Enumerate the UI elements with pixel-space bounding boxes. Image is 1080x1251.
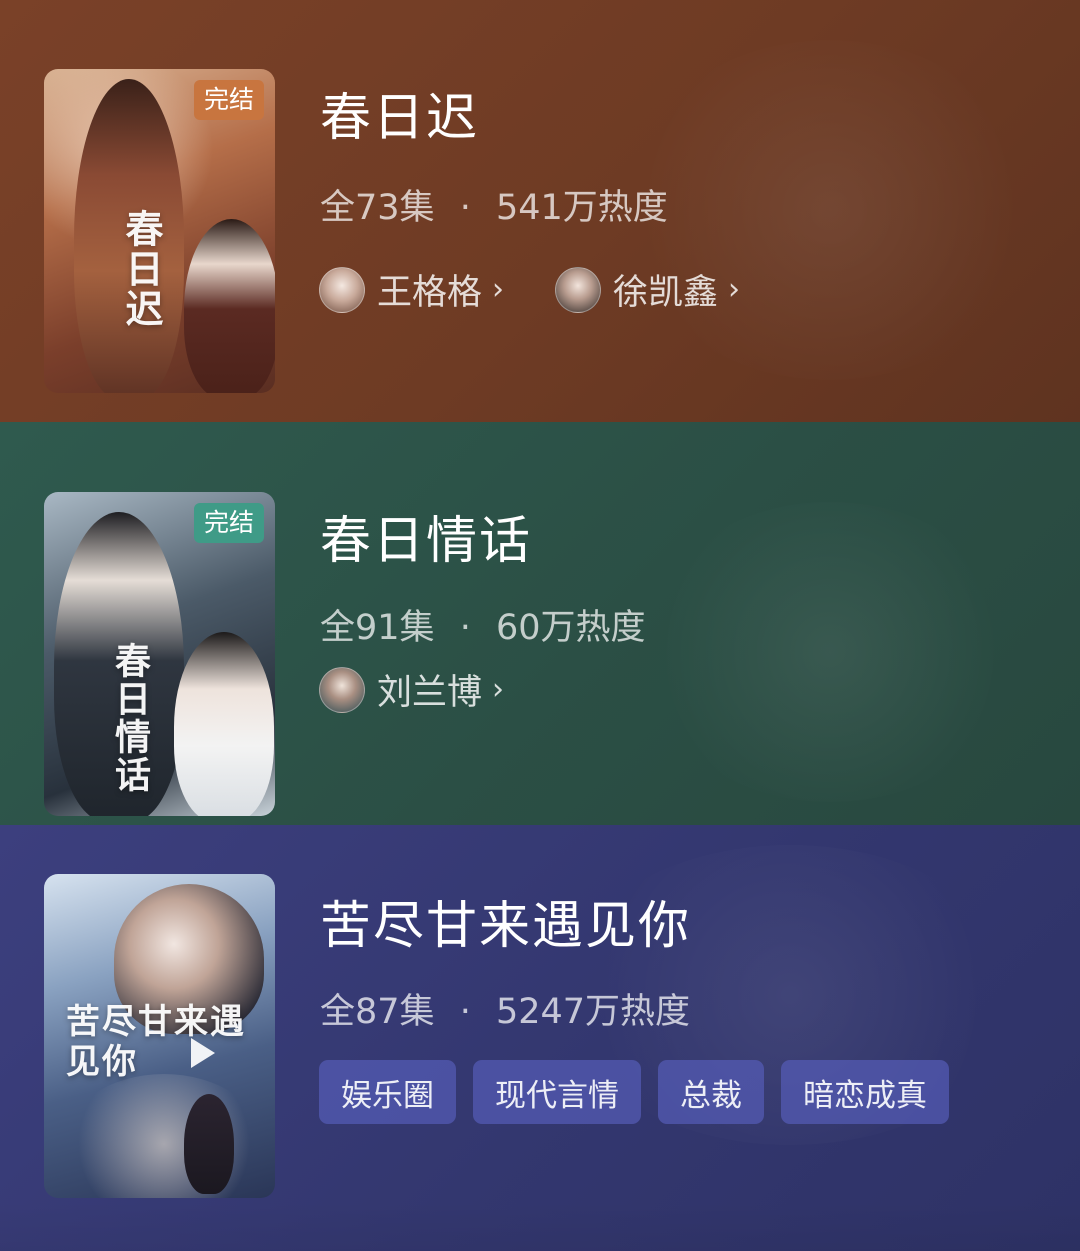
meta-separator: · <box>459 188 471 228</box>
show-poster[interactable]: 春日迟 完结 <box>44 69 275 393</box>
show-title[interactable]: 苦尽甘来遇见你 <box>320 884 691 958</box>
actor-link[interactable]: 刘兰博 › <box>319 664 504 715</box>
avatar <box>319 266 365 313</box>
actor-name: 王格格 <box>377 273 483 313</box>
chevron-right-icon: › <box>728 272 741 307</box>
avatar <box>319 666 365 713</box>
poster-figure-woman <box>174 632 274 816</box>
show-meta: 全91集 · 60万热度 <box>320 599 646 650</box>
show-card-2[interactable]: 春日情话 完结 春日情话 全91集 · 60万热度 刘兰博 › <box>0 422 1080 825</box>
chevron-right-icon: › <box>492 272 505 307</box>
poster-title-calligraphy: 春日情话 <box>109 642 151 794</box>
tag-chip[interactable]: 暗恋成真 <box>781 1060 949 1124</box>
background-decoration <box>640 502 1020 802</box>
play-icon[interactable] <box>191 1038 215 1068</box>
show-poster[interactable]: 苦尽甘来遇见你 <box>44 874 275 1198</box>
heat-count: 541万热度 <box>495 188 668 228</box>
background-shade <box>0 1201 1080 1251</box>
tag-chip[interactable]: 现代言情 <box>473 1060 641 1124</box>
actor-link[interactable]: 王格格 › <box>319 264 504 315</box>
poster-figure-silhouette <box>184 1094 234 1194</box>
episode-count: 全73集 <box>320 188 435 228</box>
poster-title-calligraphy: 苦尽甘来遇见你 <box>66 1002 246 1082</box>
actor-name: 徐凯鑫 <box>613 273 719 313</box>
show-poster[interactable]: 春日情话 完结 <box>44 492 275 816</box>
show-card-1[interactable]: 春日迟 完结 春日迟 全73集 · 541万热度 王格格 › 徐凯鑫 › <box>0 0 1080 422</box>
heat-count: 5247万热度 <box>495 992 691 1032</box>
poster-title-calligraphy: 春日迟 <box>119 209 164 329</box>
heat-count: 60万热度 <box>495 608 646 648</box>
episode-count: 全87集 <box>320 992 435 1032</box>
show-title[interactable]: 春日迟 <box>320 76 479 150</box>
meta-separator: · <box>459 992 471 1032</box>
tag-list: 娱乐圈 现代言情 总裁 暗恋成真 <box>319 1060 966 1124</box>
actor-name: 刘兰博 <box>377 673 483 713</box>
avatar <box>555 266 601 313</box>
poster-light <box>64 1074 264 1198</box>
show-meta: 全87集 · 5247万热度 <box>320 983 690 1034</box>
tag-chip[interactable]: 娱乐圈 <box>319 1060 456 1124</box>
show-card-3[interactable]: 苦尽甘来遇见你 苦尽甘来遇见你 全87集 · 5247万热度 <box>0 825 1080 1251</box>
episode-count: 全91集 <box>320 608 435 648</box>
actor-link[interactable]: 徐凯鑫 › <box>555 264 740 315</box>
tag-chip[interactable]: 总裁 <box>658 1060 764 1124</box>
show-title[interactable]: 春日情话 <box>320 499 532 573</box>
poster-figure-man <box>184 219 275 393</box>
meta-separator: · <box>459 608 471 648</box>
completed-badge: 完结 <box>193 80 264 120</box>
completed-badge: 完结 <box>193 503 264 543</box>
chevron-right-icon: › <box>492 672 505 707</box>
background-decoration <box>620 40 1040 380</box>
show-meta: 全73集 · 541万热度 <box>320 179 668 230</box>
